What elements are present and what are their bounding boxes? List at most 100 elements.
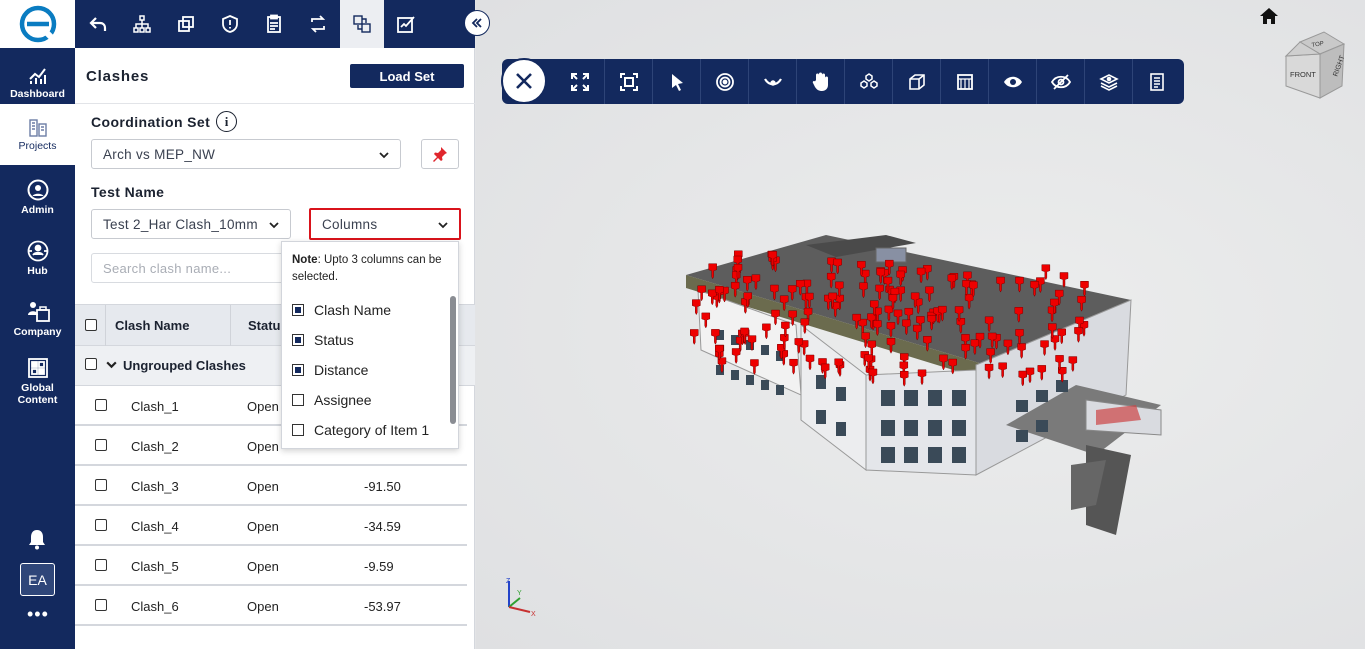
option-checkbox[interactable] [292, 304, 304, 316]
column-option-status[interactable]: Status [292, 332, 354, 348]
row-checkbox[interactable] [95, 439, 107, 451]
column-divider [230, 305, 231, 347]
target-icon [715, 72, 735, 92]
row-checkbox[interactable] [95, 399, 107, 411]
axis-y-label: Y [517, 590, 522, 597]
select-tool-button[interactable] [652, 59, 700, 104]
more-options-icon[interactable]: ••• [27, 604, 49, 625]
column-option-assignee[interactable]: Assignee [292, 392, 372, 408]
building-model[interactable] [676, 215, 1166, 535]
option-checkbox[interactable] [292, 334, 304, 346]
clash-tab[interactable] [340, 0, 384, 48]
section-box-button[interactable] [892, 59, 940, 104]
app-sidebar: Dashboard Projects Admin Hub Company Glo… [0, 0, 75, 649]
table-row[interactable]: Clash_6 Open -53.97 [75, 586, 467, 626]
column-option-clash-name[interactable]: Clash Name [292, 302, 391, 318]
coordination-set-select[interactable]: Arch vs MEP_NW [91, 139, 401, 169]
model-tree-button[interactable] [844, 59, 892, 104]
sidebar-item-label: Hub [27, 264, 48, 277]
option-checkbox[interactable] [292, 394, 304, 406]
tool-tabs-bar [75, 0, 475, 48]
column-header-clash-name[interactable]: Clash Name [115, 318, 189, 333]
document-icon [1149, 72, 1165, 91]
info-icon[interactable]: i [216, 111, 237, 132]
close-viewer-button[interactable] [501, 58, 547, 104]
pin-icon [432, 146, 448, 162]
sidebar-item-global-content[interactable]: Global Content [0, 350, 75, 412]
close-icon [514, 71, 534, 91]
fit-view-icon [619, 72, 638, 91]
view-cube-front-label: FRONT [1290, 70, 1316, 79]
layers-button[interactable] [1084, 59, 1132, 104]
select-all-checkbox[interactable] [85, 319, 97, 331]
global-content-icon [27, 357, 49, 379]
home-icon[interactable] [1259, 7, 1279, 25]
column-option-distance[interactable]: Distance [292, 362, 368, 378]
view-cube[interactable]: TOP FRONT RIGHT [1280, 30, 1346, 102]
distance-cell: -9.59 [364, 559, 394, 574]
sidebar-item-admin[interactable]: Admin [0, 167, 75, 227]
status-cell: Open [247, 399, 279, 414]
sidebar-item-company[interactable]: Company [0, 289, 75, 349]
e-logo-icon [19, 5, 57, 43]
sheets-tab[interactable] [164, 0, 208, 48]
pin-button[interactable] [421, 139, 459, 169]
dropdown-scrollbar[interactable] [450, 296, 456, 424]
app-logo[interactable] [0, 0, 75, 48]
sync-tab[interactable] [296, 0, 340, 48]
table-row[interactable]: Clash_3 Open -91.50 [75, 466, 467, 506]
eye-slash-icon [1050, 73, 1071, 90]
look-tool-button[interactable] [748, 59, 796, 104]
shield-alert-icon [220, 14, 240, 34]
group-checkbox[interactable] [85, 358, 97, 370]
load-set-button[interactable]: Load Set [350, 64, 464, 88]
orbit-tool-button[interactable] [700, 59, 748, 104]
table-row[interactable]: Clash_4 Open -34.59 [75, 506, 467, 546]
sidebar-item-dashboard[interactable]: Dashboard [0, 52, 75, 112]
bell-icon[interactable] [26, 528, 48, 550]
chevron-down-icon[interactable] [105, 358, 118, 371]
column-option-category-item-1[interactable]: Category of Item 1 [292, 422, 429, 438]
pan-tool-button[interactable] [796, 59, 844, 104]
admin-icon [27, 179, 49, 201]
fullscreen-button[interactable] [556, 59, 604, 104]
sidebar-item-hub[interactable]: Hub [0, 228, 75, 288]
buildings-icon [28, 117, 48, 137]
row-checkbox[interactable] [95, 599, 107, 611]
panel-title: Clashes [86, 68, 150, 85]
show-button[interactable] [988, 59, 1036, 104]
table-row[interactable]: Clash_5 Open -9.59 [75, 546, 467, 586]
issues-tab[interactable] [208, 0, 252, 48]
eye-icon [1003, 75, 1023, 89]
columns-select[interactable]: Columns [309, 208, 461, 240]
clash-marker[interactable] [690, 329, 699, 346]
fit-view-button[interactable] [604, 59, 652, 104]
back-tab[interactable] [76, 0, 120, 48]
distance-cell: -34.59 [364, 519, 401, 534]
group-label: Ungrouped Clashes [123, 358, 246, 373]
row-checkbox[interactable] [95, 479, 107, 491]
collapse-panel-button[interactable] [464, 10, 490, 36]
axis-triad: Z Y X [506, 578, 536, 618]
section-plane-button[interactable] [940, 59, 988, 104]
coordination-set-label: Coordination Set [91, 114, 211, 130]
hierarchy-tab[interactable] [120, 0, 164, 48]
undo-arrow-icon [88, 14, 108, 34]
status-cell: Open [247, 519, 279, 534]
option-checkbox[interactable] [292, 364, 304, 376]
option-checkbox[interactable] [292, 424, 304, 436]
test-name-select[interactable]: Test 2_Har Clash_10mm [91, 209, 291, 239]
status-cell: Open [247, 559, 279, 574]
user-avatar[interactable]: EA [20, 563, 55, 596]
properties-button[interactable] [1132, 59, 1180, 104]
hide-button[interactable] [1036, 59, 1084, 104]
row-checkbox[interactable] [95, 559, 107, 571]
sidebar-item-projects[interactable]: Projects [0, 104, 75, 165]
row-checkbox[interactable] [95, 519, 107, 531]
rfi-tab[interactable] [252, 0, 296, 48]
column-divider [105, 305, 106, 347]
sidebar-item-label: Dashboard [10, 87, 65, 100]
section-icon [956, 73, 974, 91]
search-clash-input[interactable] [91, 253, 291, 283]
reports-tab[interactable] [384, 0, 428, 48]
